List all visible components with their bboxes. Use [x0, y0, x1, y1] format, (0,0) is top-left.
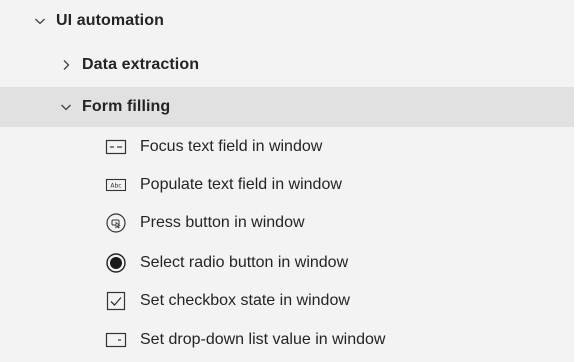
action-label: Select radio button in window [140, 254, 349, 271]
action-set-checkbox-state[interactable]: Set checkbox state in window [0, 282, 588, 320]
dropdown-list-icon [104, 328, 128, 352]
abc-text-field-icon: Abc [104, 173, 128, 197]
action-set-dropdown-value[interactable]: Set drop-down list value in window [0, 321, 588, 359]
press-button-icon [104, 211, 128, 235]
tree-group-form-filling[interactable]: Form filling [0, 87, 588, 127]
action-label: Focus text field in window [140, 138, 323, 155]
actions-tree-panel: UI automation Data extraction Form filli… [0, 0, 588, 362]
tree-group-label: Data extraction [82, 56, 200, 73]
action-focus-text-field[interactable]: Focus text field in window [0, 128, 588, 166]
checkbox-checked-icon [104, 289, 128, 313]
tree-group-label: Form filling [82, 98, 171, 115]
chevron-right-icon[interactable] [58, 57, 74, 73]
action-label: Set drop-down list value in window [140, 331, 386, 348]
tree-group-data-extraction[interactable]: Data extraction [0, 46, 588, 84]
text-field-focus-icon [104, 135, 128, 159]
svg-text:Abc: Abc [110, 183, 121, 190]
action-label: Set checkbox state in window [140, 292, 350, 309]
action-select-radio-button[interactable]: Select radio button in window [0, 244, 588, 282]
action-press-button[interactable]: Press button in window [0, 204, 588, 242]
radio-button-icon [104, 251, 128, 275]
right-edge-divider [574, 0, 588, 362]
tree-group-ui-automation[interactable]: UI automation [0, 2, 588, 40]
chevron-down-icon[interactable] [58, 99, 74, 115]
action-label: Press button in window [140, 214, 305, 231]
action-populate-text-field[interactable]: Abc Populate text field in window [0, 166, 588, 204]
action-label: Populate text field in window [140, 176, 342, 193]
tree-group-label: UI automation [56, 12, 164, 29]
chevron-down-icon[interactable] [32, 13, 48, 29]
